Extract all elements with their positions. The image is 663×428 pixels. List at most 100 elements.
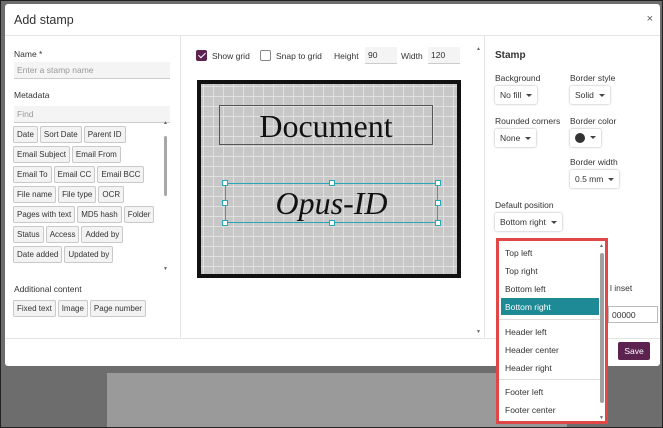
save-button[interactable]: Save (618, 342, 650, 360)
show-grid-checkbox[interactable] (196, 50, 207, 61)
border-style-label: Border style (570, 73, 616, 83)
tag-sort-date[interactable]: Sort Date (39, 126, 82, 143)
option-footer-center[interactable]: Footer center (501, 401, 599, 418)
background-select[interactable]: No fill (495, 86, 538, 104)
stamp-heading: Stamp (495, 50, 526, 61)
tag-fixed-text[interactable]: Fixed text (13, 300, 56, 317)
metadata-scrollbar[interactable]: ▲ ▼ (163, 120, 169, 274)
chevron-down-icon (590, 136, 596, 140)
border-color-label: Border color (570, 116, 617, 126)
rounded-corners-value: None (500, 133, 521, 143)
chevron-down-icon (598, 94, 605, 98)
default-position-value: Bottom right (500, 217, 546, 227)
resize-handle-top-left[interactable] (222, 180, 228, 186)
option-footer-left[interactable]: Footer left (501, 383, 599, 400)
scroll-thumb[interactable] (164, 136, 167, 196)
tag-email-bcc[interactable]: Email BCC (97, 166, 145, 183)
option-top-left[interactable]: Top left (501, 244, 599, 261)
height-input[interactable] (365, 47, 397, 64)
tag-access[interactable]: Access (45, 226, 80, 243)
tag-status[interactable]: Status (13, 226, 44, 243)
option-bottom-left[interactable]: Bottom left (501, 280, 599, 297)
scroll-thumb[interactable] (600, 253, 604, 403)
tag-date[interactable]: Date (13, 126, 38, 143)
metadata-label: Metadata (14, 90, 50, 100)
opus-id-text-box[interactable]: Opus-ID (225, 183, 438, 223)
inset-input[interactable]: 00000 (608, 306, 658, 323)
tag-date-added[interactable]: Date added (13, 246, 63, 263)
option-top-right[interactable]: Top right (501, 262, 599, 279)
chevron-down-icon (526, 94, 533, 98)
tag-pages-with-text[interactable]: Pages with text (13, 206, 76, 223)
height-label: Height (334, 51, 359, 61)
rounded-corners-select[interactable]: None (495, 129, 537, 147)
tag-md5-hash[interactable]: MD5 hash (77, 206, 122, 223)
option-header-left[interactable]: Header left (501, 323, 599, 340)
tag-folder[interactable]: Folder (123, 206, 155, 223)
width-label: Width (401, 51, 423, 61)
tag-file-type[interactable]: File type (58, 186, 97, 203)
tag-parent-id[interactable]: Parent ID (83, 126, 126, 143)
tag-email-cc[interactable]: Email CC (53, 166, 96, 183)
tag-email-subject[interactable]: Email Subject (13, 146, 70, 163)
center-panel: Show grid Snap to grid Height Width Docu… (182, 36, 485, 338)
dropdown-scrollbar[interactable]: ▲ ▼ (599, 243, 605, 421)
snap-to-grid-checkbox[interactable] (260, 50, 271, 61)
width-input[interactable] (428, 47, 460, 64)
tag-email-from[interactable]: Email From (71, 146, 121, 163)
border-style-select[interactable]: Solid (570, 86, 610, 104)
canvas-scrollbar[interactable]: ▲ ▼ (476, 46, 482, 336)
close-icon[interactable]: × (647, 13, 653, 25)
chevron-down-icon (608, 178, 615, 182)
document-text: Document (259, 108, 393, 144)
scroll-down-icon[interactable]: ▼ (599, 415, 604, 421)
resize-handle-bottom[interactable] (329, 220, 335, 226)
metadata-find-input[interactable] (14, 106, 170, 123)
resize-handle-top-right[interactable] (435, 180, 441, 186)
inset-label: l inset (610, 283, 633, 293)
rounded-corners-label: Rounded corners (495, 116, 561, 126)
tag-added-by[interactable]: Added by (81, 226, 124, 243)
document-text-box[interactable]: Document (219, 105, 433, 145)
stamp-name-input[interactable] (14, 62, 170, 79)
resize-handle-bottom-left[interactable] (222, 220, 228, 226)
border-width-value: 0.5 mm (575, 174, 604, 184)
option-bottom-right[interactable]: Bottom right (501, 298, 599, 315)
color-swatch (575, 132, 585, 143)
opus-id-text: Opus-ID (275, 185, 388, 221)
scroll-up-icon[interactable]: ▲ (599, 243, 604, 249)
snap-to-grid-label: Snap to grid (276, 51, 322, 61)
scroll-down-icon[interactable]: ▼ (163, 266, 168, 272)
scroll-up-icon[interactable]: ▲ (476, 46, 481, 52)
tag-image[interactable]: Image (57, 300, 88, 317)
dropdown-divider (499, 319, 602, 320)
tag-file-name[interactable]: File name (13, 186, 57, 203)
border-width-select[interactable]: 0.5 mm (570, 170, 620, 188)
resize-handle-left[interactable] (222, 200, 228, 206)
chevron-down-icon (550, 221, 557, 225)
dropdown-divider (499, 379, 602, 380)
option-header-center[interactable]: Header center (501, 341, 599, 358)
border-color-picker[interactable] (570, 129, 601, 147)
dialog-header: Add stamp × (5, 4, 660, 36)
stamp-canvas[interactable]: Document Opus-ID (197, 80, 461, 278)
additional-content-label: Additional content (14, 284, 82, 294)
scroll-up-icon[interactable]: ▲ (163, 120, 168, 126)
chevron-down-icon (525, 137, 532, 141)
default-position-label: Default position (495, 200, 554, 210)
tag-email-to[interactable]: Email To (13, 166, 52, 183)
default-position-select[interactable]: Bottom right (495, 213, 562, 231)
tag-updated-by[interactable]: Updated by (64, 246, 114, 263)
default-position-dropdown: Top left Top right Bottom left Bottom ri… (496, 238, 608, 424)
left-panel: Name * Metadata DateSort DateParent ID E… (5, 36, 181, 338)
tag-ocr[interactable]: OCR (98, 186, 125, 203)
resize-handle-top[interactable] (329, 180, 335, 186)
additional-tag-list: Fixed text Image Page number (13, 300, 173, 320)
option-header-right[interactable]: Header right (501, 359, 599, 376)
tag-page-number[interactable]: Page number (89, 300, 146, 317)
metadata-tag-list: Date Sort Date Parent ID Email Subject Emai… (13, 126, 161, 276)
scroll-down-icon[interactable]: ▼ (476, 329, 481, 335)
border-style-value: Solid (575, 90, 594, 100)
resize-handle-right[interactable] (435, 200, 441, 206)
resize-handle-bottom-right[interactable] (435, 220, 441, 226)
